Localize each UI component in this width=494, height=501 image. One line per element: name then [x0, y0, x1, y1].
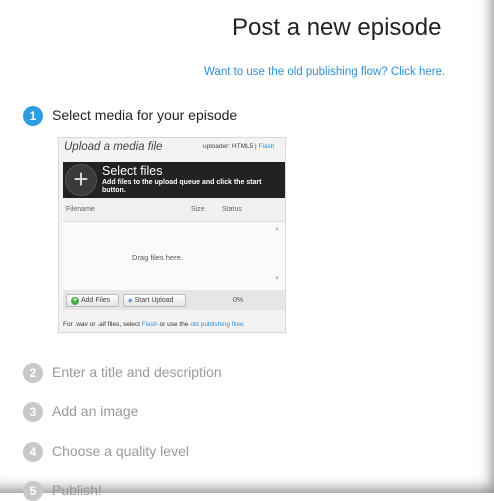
- step-4-number: 4: [23, 442, 43, 462]
- step-2-number: 2: [23, 363, 43, 383]
- upload-percent: 0%: [233, 297, 244, 304]
- scroll-up-icon[interactable]: ▲: [274, 226, 280, 232]
- step-4-label: Choose a quality level: [52, 443, 189, 459]
- page-title: Post a new episode: [232, 14, 442, 41]
- flash-runtime-link[interactable]: Flash: [259, 143, 275, 150]
- step-1-label: Select media for your episode: [52, 107, 238, 123]
- drag-files-text: Drag files here.: [132, 253, 183, 262]
- column-status: Status: [222, 206, 242, 213]
- note-middle: or use the: [159, 321, 189, 328]
- uploader-runtime: uploader: HTML5 | Flash: [203, 143, 274, 150]
- step-5-number: 5: [23, 481, 43, 501]
- uploader-heading: Upload a media file: [64, 141, 163, 153]
- note-old-flow-link[interactable]: old publishing flow.: [190, 321, 245, 328]
- start-upload-label: Start Upload: [134, 297, 174, 304]
- add-files-button[interactable]: + Add Files: [66, 294, 119, 307]
- page: Post a new episode Want to use the old p…: [0, 0, 494, 501]
- uploader-runtime-text: uploader: HTML5 |: [203, 143, 257, 150]
- add-files-label: Add Files: [81, 297, 111, 304]
- column-filename: Filename: [66, 206, 95, 213]
- note-prefix: For .wav or .aif files, select: [63, 321, 140, 328]
- step-3-number: 3: [23, 402, 43, 422]
- column-size: Size: [191, 206, 205, 213]
- step-1-number: 1: [23, 106, 43, 126]
- step-3-label: Add an image: [52, 403, 139, 419]
- old-publishing-flow-link[interactable]: Want to use the old publishing flow? Cli…: [204, 66, 445, 78]
- file-table-header: [63, 198, 285, 222]
- plus-icon[interactable]: +: [65, 164, 97, 196]
- step-5-label: Publish!: [52, 482, 102, 498]
- note-flash-link[interactable]: Flash: [142, 321, 158, 328]
- upload-arrow-icon: ◆: [128, 298, 133, 304]
- select-files-hint: Add files to the upload queue and click …: [102, 179, 262, 194]
- select-files-title[interactable]: Select files: [102, 164, 162, 178]
- step-2-label: Enter a title and description: [52, 364, 222, 380]
- scroll-down-icon[interactable]: ▼: [274, 276, 280, 282]
- wav-aif-note: For .wav or .aif files, select Flash or …: [63, 321, 245, 328]
- start-upload-button[interactable]: ◆ Start Upload: [123, 294, 186, 307]
- add-icon: +: [71, 296, 79, 305]
